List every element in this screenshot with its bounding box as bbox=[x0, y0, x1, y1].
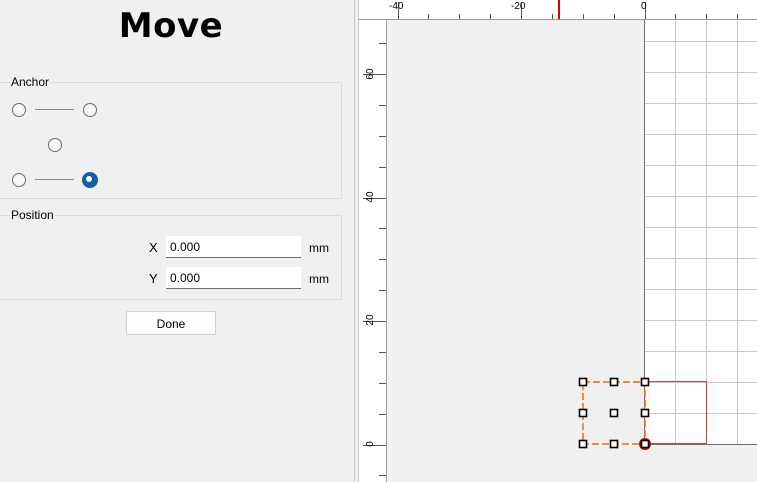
selection-handle[interactable] bbox=[578, 408, 588, 418]
anchor-bottom-left-radio[interactable] bbox=[12, 173, 26, 187]
top-ruler-label: 0 bbox=[641, 1, 647, 12]
anchor-top-left-radio[interactable] bbox=[12, 103, 26, 117]
panel-title: Move bbox=[118, 6, 224, 46]
x-label: X bbox=[149, 240, 158, 255]
selection-handle[interactable] bbox=[609, 439, 619, 449]
x-position-input[interactable] bbox=[166, 236, 301, 258]
left-ruler bbox=[359, 20, 387, 482]
left-ruler-label: 20 bbox=[365, 314, 376, 326]
x-unit-label: mm bbox=[309, 241, 329, 255]
top-ruler-label: -20 bbox=[511, 1, 526, 12]
anchor-connector-top bbox=[35, 109, 74, 110]
y-unit-label: mm bbox=[309, 272, 329, 286]
selection-handle[interactable] bbox=[640, 439, 650, 449]
position-group-label: Position bbox=[10, 208, 55, 222]
selection-handle[interactable] bbox=[609, 377, 619, 387]
top-ruler-label: -40 bbox=[389, 1, 404, 12]
y-label: Y bbox=[149, 271, 158, 286]
design-canvas[interactable]: -40 -20 0 60 40 20 0 bbox=[359, 0, 757, 482]
selection-handle[interactable] bbox=[578, 377, 588, 387]
anchor-top-right-radio[interactable] bbox=[83, 103, 97, 117]
move-panel: Move Anchor Position X mm Y mm Done bbox=[0, 0, 354, 482]
y-position-input[interactable] bbox=[166, 267, 301, 289]
anchor-group-label: Anchor bbox=[10, 75, 51, 89]
selection-handle[interactable] bbox=[640, 408, 650, 418]
anchor-connector-bottom bbox=[35, 179, 74, 180]
workspace-area bbox=[644, 20, 757, 444]
anchor-center-radio[interactable] bbox=[48, 138, 62, 152]
anchor-bottom-right-radio[interactable] bbox=[82, 172, 98, 188]
left-ruler-label: 0 bbox=[365, 441, 376, 447]
left-ruler-label: 40 bbox=[365, 191, 376, 203]
selection-handle[interactable] bbox=[578, 439, 588, 449]
left-ruler-label: 60 bbox=[365, 68, 376, 80]
done-button[interactable]: Done bbox=[126, 311, 216, 335]
selection-handle[interactable] bbox=[640, 377, 650, 387]
selection-handle[interactable] bbox=[609, 408, 619, 418]
